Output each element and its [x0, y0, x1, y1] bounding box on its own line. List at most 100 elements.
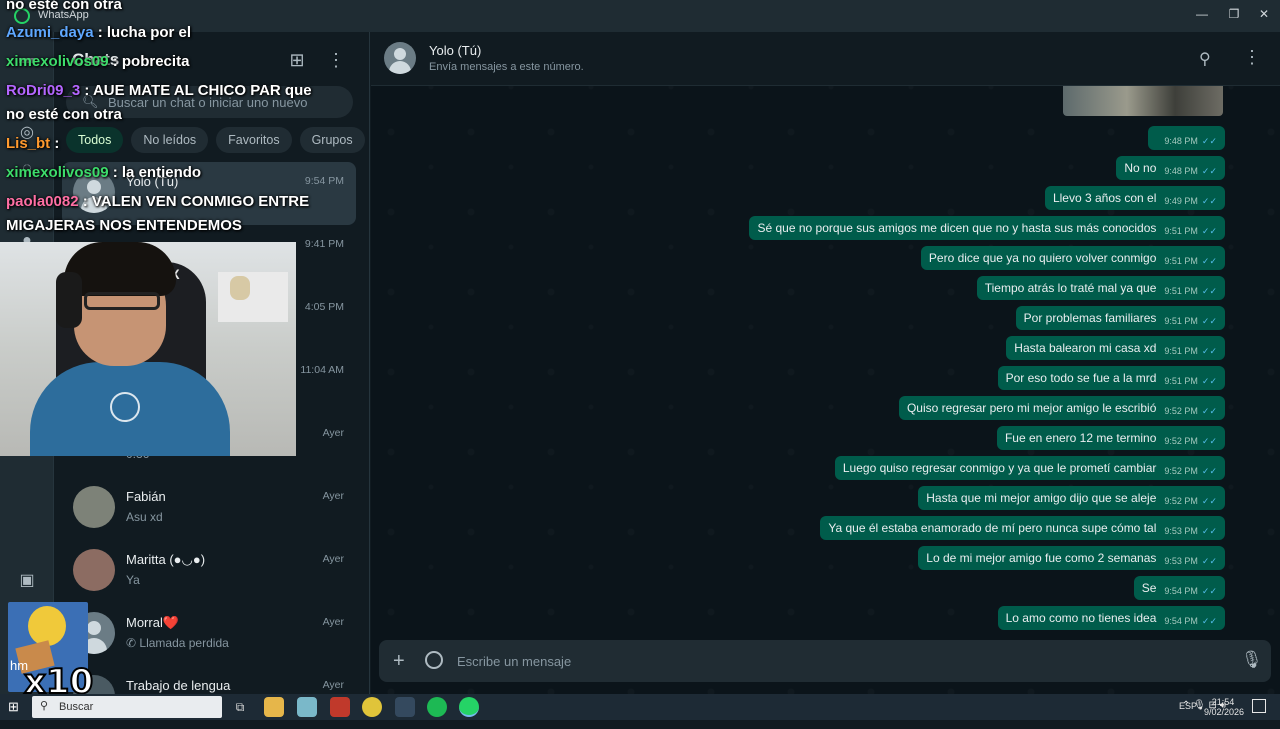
mic-icon[interactable]: 🎙︎ [1241, 650, 1263, 670]
message-text: Por problemas familiares [1023, 311, 1157, 325]
read-ticks-icon: ✓✓ [1201, 345, 1217, 356]
message-text: Se [1141, 581, 1157, 595]
message-input[interactable] [457, 652, 1217, 670]
chrome-icon[interactable] [362, 697, 382, 717]
input-language[interactable]: ESP [1179, 701, 1197, 711]
task-view-icon[interactable]: ⧉ [230, 697, 250, 717]
outgoing-message[interactable]: Ya que él estaba enamorado de mí pero nu… [820, 516, 1225, 540]
outgoing-message[interactable]: Fue en enero 12 me termino 9:52 PM ✓✓ [996, 426, 1225, 450]
read-ticks-icon: ✓✓ [1201, 195, 1217, 206]
message-time: 9:51 PM [1164, 316, 1198, 326]
stream-chat-message: : AUE MATE AL CHICO PAR que [80, 82, 312, 99]
chat-time: 4:05 PM [304, 301, 344, 313]
whatsapp-taskbar-icon[interactable] [459, 697, 479, 717]
message-text: Luego quiso regresar conmigo y ya que le… [842, 461, 1157, 475]
conversation-header[interactable]: Yolo (Tú) Envía mensajes a este número. … [371, 32, 1280, 86]
outgoing-message[interactable]: Quiso regresar pero mi mejor amigo le es… [898, 396, 1225, 420]
message-time: 9:53 PM [1164, 526, 1198, 536]
windows-start-icon[interactable]: ⊞ [8, 699, 24, 715]
menu-icon[interactable]: ⋮ [1243, 47, 1261, 68]
chat-row-morral[interactable]: Morral❤️ ✆ Llamada perdida Ayer [62, 603, 356, 666]
menu-icon[interactable]: ⋮ [326, 50, 346, 70]
close-icon[interactable]: ✕ [1252, 4, 1276, 24]
taskbar-search-placeholder: Buscar [59, 701, 94, 713]
message-text: Ya que él estaba enamorado de mí pero nu… [828, 521, 1157, 535]
webcam-overlay: YOX [0, 242, 296, 456]
image-message-thumbnail[interactable] [1063, 84, 1223, 116]
read-ticks-icon: ✓✓ [1201, 435, 1217, 446]
outgoing-message[interactable]: Sé que no porque sus amigos me dicen que… [749, 216, 1225, 240]
stream-chat-line: Azumi_daya : lucha por el [6, 24, 191, 41]
outgoing-message[interactable]: Hasta balearon mi casa xd 9:51 PM ✓✓ [1006, 336, 1225, 360]
app-icon[interactable] [297, 697, 317, 717]
outgoing-message[interactable]: Por eso todo se fue a la mrd 9:51 PM ✓✓ [997, 366, 1225, 390]
outgoing-message[interactable]: 9:48 PM ✓✓ [1148, 126, 1225, 150]
message-text: Sé que no porque sus amigos me dicen que… [757, 221, 1157, 235]
attach-icon[interactable]: + [393, 650, 405, 673]
outgoing-message[interactable]: Pero dice que ya no quiero volver conmig… [920, 246, 1225, 270]
read-ticks-icon: ✓✓ [1201, 285, 1217, 296]
chat-preview: Ya [126, 573, 140, 587]
chat-name: Maritta (●◡●) [126, 552, 206, 567]
chat-row-fabian[interactable]: Fabián Asu xd Ayer [62, 477, 356, 540]
read-ticks-icon: ✓✓ [1201, 465, 1217, 476]
stream-chat-line: Lis_bt : [6, 135, 59, 152]
message-text: Fue en enero 12 me termino [1004, 431, 1157, 445]
search-icon[interactable]: ⚲ [1199, 49, 1211, 69]
message-text: Hasta balearon mi casa xd [1014, 341, 1157, 355]
stream-chat-message: no esté con otra [6, 0, 122, 13]
message-text: Hasta que mi mejor amigo dijo que se ale… [926, 491, 1157, 505]
stream-chat-line: ximexolivos09 : pobrecita [6, 53, 189, 70]
message-time: 9:54 PM [1164, 586, 1198, 596]
message-time: 9:51 PM [1164, 226, 1198, 236]
stream-chat-message: : [50, 135, 60, 152]
outgoing-message[interactable]: Lo amo como no tienes idea 9:54 PM ✓✓ [997, 606, 1225, 630]
message-text: Lo amo como no tienes idea [1005, 611, 1157, 625]
outgoing-message[interactable]: Lo de mi mejor amigo fue como 2 semanas 9… [918, 546, 1225, 570]
stream-chat-overlay: no esté con otra Azumi_daya : lucha por e… [0, 0, 320, 240]
message-time: 9:54 PM [1164, 616, 1198, 626]
outgoing-message[interactable]: Tiempo atrás lo traté mal ya que 9:51 PM ✓… [976, 276, 1225, 300]
file-explorer-icon[interactable] [264, 697, 284, 717]
avatar [73, 486, 115, 528]
chat-preview: Asu xd [126, 510, 163, 524]
message-time: 9:51 PM [1164, 286, 1198, 296]
taskbar-search[interactable]: ⚲ Buscar [32, 696, 222, 718]
spotify-icon[interactable] [427, 697, 447, 717]
outgoing-message[interactable]: Luego quiso regresar conmigo y ya que le… [834, 456, 1225, 480]
emoji-icon[interactable] [425, 651, 443, 669]
stream-chat-line: MIGAJERAS NOS ENTENDEMOS [6, 217, 242, 234]
maximize-icon[interactable]: ❐ [1222, 4, 1246, 24]
media-icon[interactable]: ▣ [17, 570, 37, 590]
minimize-icon[interactable]: — [1190, 4, 1214, 24]
outgoing-message[interactable]: Hasta que mi mejor amigo dijo que se ale… [918, 486, 1225, 510]
message-time: 9:52 PM [1164, 436, 1198, 446]
chat-time: Ayer [322, 490, 344, 502]
message-time: 9:48 PM [1164, 166, 1198, 176]
app-icon[interactable] [330, 697, 350, 717]
stream-chat-message: : lucha por el [93, 24, 192, 41]
outgoing-message[interactable]: Por problemas familiares 9:51 PM ✓✓ [1015, 306, 1225, 330]
stream-chat-user: RoDri09_3 [6, 82, 81, 99]
shelf [218, 272, 288, 322]
stream-chat-user: ximexolivos09 [6, 53, 109, 70]
read-ticks-icon: ✓✓ [1201, 165, 1217, 176]
outgoing-message[interactable]: Se 9:54 PM ✓✓ [1133, 576, 1225, 600]
chat-time: Ayer [322, 553, 344, 565]
read-ticks-icon: ✓✓ [1201, 225, 1217, 236]
outgoing-message[interactable]: Llevo 3 años con el 9:49 PM ✓✓ [1044, 186, 1225, 210]
chat-time: Ayer [322, 616, 344, 628]
message-text: Llevo 3 años con el [1052, 191, 1157, 205]
message-time: 9:53 PM [1164, 556, 1198, 566]
donation-sticker: hm x10 [8, 602, 94, 703]
message-time: 9:51 PM [1164, 376, 1198, 386]
message-text: No no [1124, 161, 1157, 175]
read-ticks-icon: ✓✓ [1201, 315, 1217, 326]
taskbar-clock[interactable]: 21:54 9/02/2026 [1204, 697, 1244, 717]
figurine [230, 276, 250, 300]
read-ticks-icon: ✓✓ [1201, 255, 1217, 266]
notification-center-icon[interactable] [1252, 699, 1266, 713]
chat-row-maritta[interactable]: Maritta (●◡●) Ya Ayer [62, 540, 356, 603]
app-icon[interactable] [395, 697, 415, 717]
outgoing-message[interactable]: No no 9:48 PM ✓✓ [1116, 156, 1225, 180]
